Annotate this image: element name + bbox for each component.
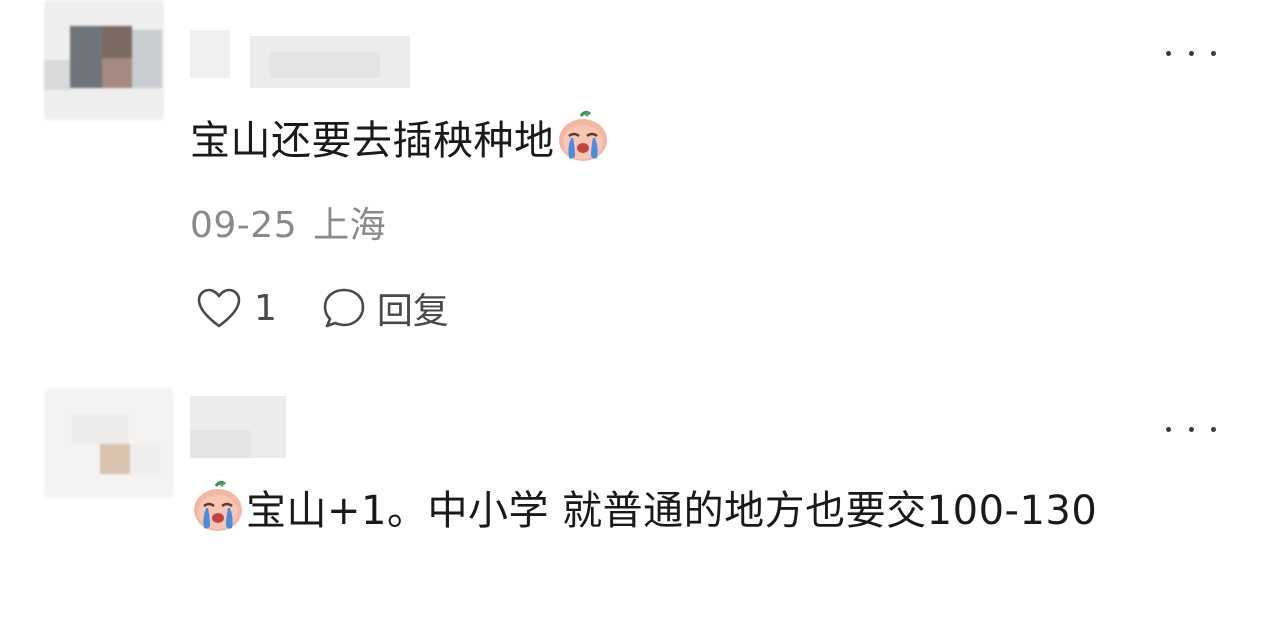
more-dot — [1166, 50, 1171, 56]
comment-location: 上海 — [313, 205, 387, 246]
avatar[interactable] — [44, 0, 164, 120]
comment-meta: 09-25 上海 — [190, 196, 386, 248]
avatar[interactable] — [44, 388, 174, 498]
like-count: 1 — [254, 287, 277, 329]
like-button[interactable]: 1 — [196, 287, 277, 329]
username[interactable] — [190, 396, 300, 458]
comment-text: 宝山还要去插秧种地 — [190, 118, 555, 164]
more-dot — [1211, 50, 1216, 56]
more-button[interactable] — [1166, 38, 1216, 68]
more-dot — [1211, 426, 1216, 432]
comment-date: 09-25 — [190, 205, 298, 246]
reply-button[interactable]: 回复 — [321, 282, 449, 334]
username[interactable] — [190, 22, 420, 102]
comment-bubble-icon — [323, 288, 365, 328]
more-dot — [1188, 426, 1194, 432]
reply-label: 回复 — [376, 291, 449, 332]
more-button[interactable] — [1166, 414, 1216, 444]
more-dot — [1188, 50, 1194, 56]
crying-emoji-icon — [194, 480, 242, 531]
heart-icon — [197, 288, 241, 328]
comment-content: 宝山还要去插秧种地 — [190, 108, 1208, 172]
more-dot — [1166, 426, 1171, 432]
comment-item: 宝山还要去插秧种地 09-25 上海 1 回复 — [0, 0, 1268, 360]
comment-item: 宝山+1。中小学 就普通的地方也要交100-130 — [0, 370, 1268, 630]
comment-text: 宝山+1。中小学 就普通的地方也要交100-130 — [246, 488, 1098, 534]
comment-content: 宝山+1。中小学 就普通的地方也要交100-130 — [190, 478, 1208, 542]
comment-actions: 1 回复 — [196, 282, 449, 334]
crying-emoji-icon — [558, 110, 607, 161]
